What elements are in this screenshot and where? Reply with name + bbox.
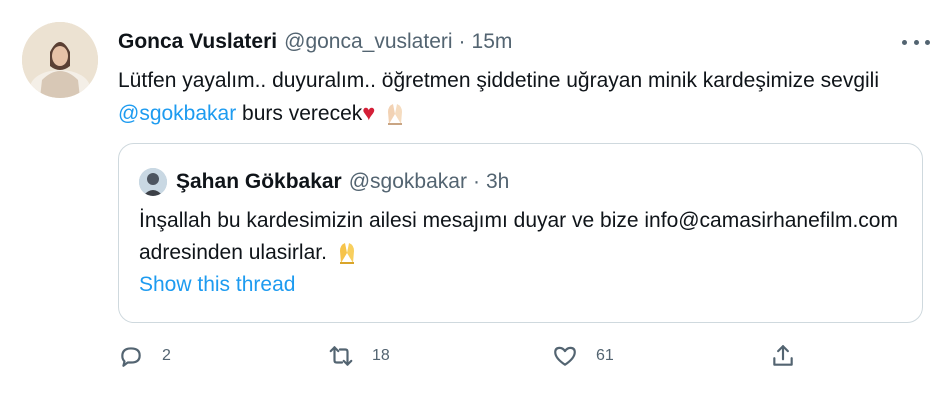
separator-dot: · bbox=[458, 30, 466, 53]
folded-hands-icon bbox=[333, 239, 361, 267]
reply-button[interactable]: 2 bbox=[118, 343, 171, 369]
folded-hands-icon bbox=[381, 100, 409, 128]
action-bar: 2 18 61 bbox=[118, 343, 800, 375]
tweet-text-part1: Lütfen yayalım.. duyuralım.. öğretmen şi… bbox=[118, 69, 880, 92]
author-name[interactable]: Gonca Vuslateri bbox=[118, 30, 277, 54]
more-icon[interactable] bbox=[902, 30, 930, 54]
quote-separator-dot: · bbox=[472, 170, 480, 193]
reply-icon bbox=[121, 347, 141, 367]
tweet[interactable]: Gonca Vuslateri @gonca_vuslateri · 15m L… bbox=[0, 0, 952, 400]
heart-icon: ♥ bbox=[362, 100, 376, 125]
tweet-time[interactable]: 15m bbox=[472, 30, 513, 54]
quote-author-handle[interactable]: @sgokbakar bbox=[349, 170, 467, 194]
quote-author-name[interactable]: Şahan Gökbakar bbox=[176, 170, 342, 194]
tweet-header: Gonca Vuslateri @gonca_vuslateri · 15m bbox=[118, 28, 512, 56]
quote-author-avatar[interactable] bbox=[139, 168, 167, 196]
share-icon bbox=[773, 345, 793, 366]
like-button[interactable]: 61 bbox=[552, 343, 614, 369]
tweet-text-part2: burs verecek bbox=[236, 102, 363, 125]
quote-text: İnşallah bu kardesimizin ailesi mesajımı… bbox=[139, 205, 899, 269]
reply-count: 2 bbox=[162, 347, 171, 364]
mention-link[interactable]: @sgokbakar bbox=[118, 102, 236, 125]
quote-text-body: İnşallah bu kardesimizin ailesi mesajımı… bbox=[139, 209, 898, 264]
quote-header: Şahan Gökbakar @sgokbakar · 3h bbox=[139, 168, 509, 196]
show-thread-link[interactable]: Show this thread bbox=[139, 273, 295, 297]
author-handle[interactable]: @gonca_vuslateri bbox=[284, 30, 452, 54]
quote-time[interactable]: 3h bbox=[486, 170, 509, 194]
retweet-count: 18 bbox=[372, 347, 390, 364]
like-count: 61 bbox=[596, 347, 614, 364]
retweet-button[interactable]: 18 bbox=[328, 343, 390, 369]
tweet-text: Lütfen yayalım.. duyuralım.. öğretmen şi… bbox=[118, 65, 928, 130]
share-button[interactable] bbox=[770, 343, 796, 369]
author-avatar[interactable] bbox=[22, 22, 98, 98]
quoted-tweet[interactable]: Şahan Gökbakar @sgokbakar · 3h İnşallah … bbox=[118, 143, 923, 323]
like-icon bbox=[554, 346, 576, 366]
retweet-icon bbox=[329, 346, 353, 366]
